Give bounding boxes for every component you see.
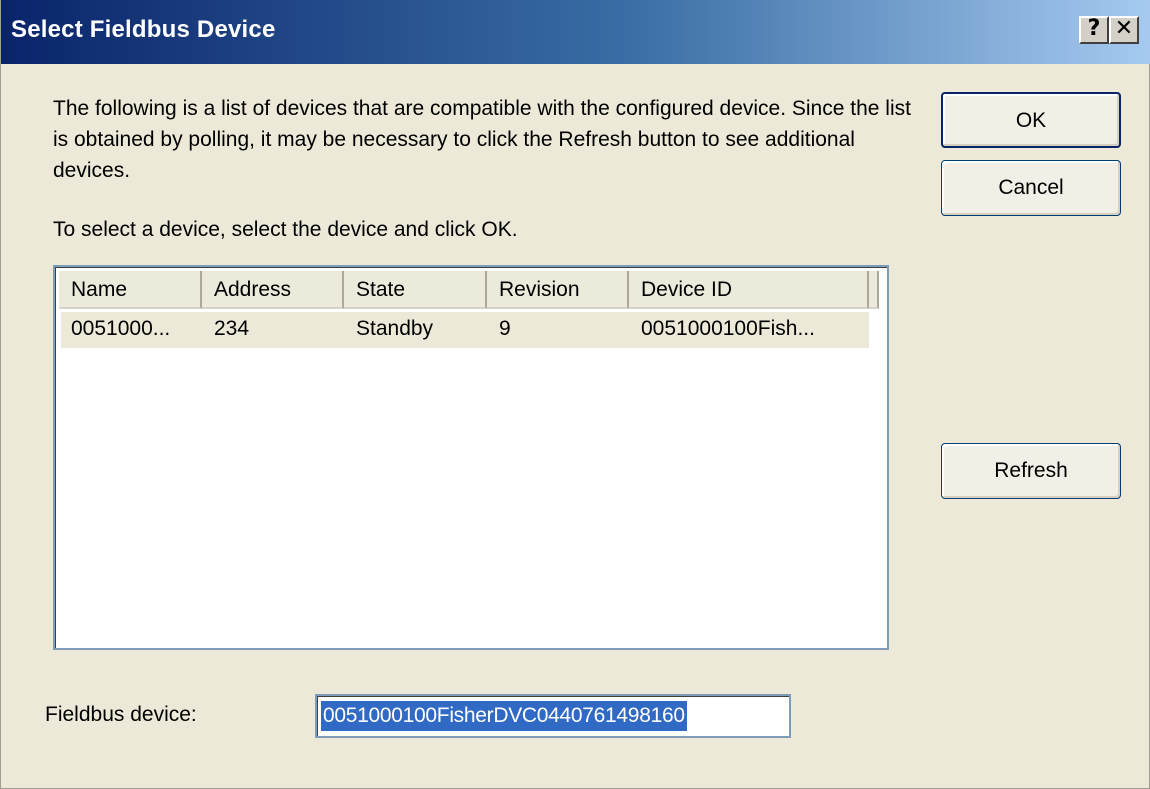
- cell-state: Standby: [356, 317, 434, 340]
- device-list[interactable]: Name Address State Revision Device ID 00…: [53, 265, 889, 650]
- fieldbus-device-field[interactable]: 0051000100FisherDVC0440761498160: [315, 694, 791, 738]
- instruction-text: The following is a list of devices that …: [53, 97, 911, 182]
- column-header-device-id[interactable]: Device ID: [629, 271, 869, 309]
- column-header-address[interactable]: Address: [202, 271, 344, 309]
- cell-device-id: 0051000100Fish...: [641, 317, 815, 340]
- cell-revision: 9: [499, 317, 511, 340]
- column-header-name[interactable]: Name: [59, 271, 202, 309]
- column-header-revision[interactable]: Revision: [487, 271, 629, 309]
- table-row[interactable]: 0051000... 234 Standby 9 0051000100Fish.…: [61, 312, 869, 348]
- select-instruction-text: To select a device, select the device an…: [53, 218, 518, 241]
- select-fieldbus-device-dialog: Select Fieldbus Device ? ✕ The following…: [0, 0, 1150, 789]
- cell-address: 234: [214, 317, 250, 340]
- device-list-header: Name Address State Revision Device ID: [59, 271, 879, 309]
- fieldbus-device-value[interactable]: 0051000100FisherDVC0440761498160: [321, 701, 687, 731]
- close-icon[interactable]: ✕: [1109, 16, 1139, 44]
- ok-button[interactable]: OK: [941, 92, 1121, 148]
- title-bar[interactable]: Select Fieldbus Device ? ✕: [1, 0, 1150, 64]
- column-header-state[interactable]: State: [344, 271, 487, 309]
- column-header-filler: [869, 271, 879, 309]
- refresh-button[interactable]: Refresh: [941, 443, 1121, 499]
- window-title: Select Fieldbus Device: [11, 16, 276, 43]
- cancel-button[interactable]: Cancel: [941, 160, 1121, 216]
- cell-name: 0051000...: [71, 317, 171, 340]
- help-icon[interactable]: ?: [1079, 16, 1109, 44]
- fieldbus-device-label: Fieldbus device:: [45, 703, 197, 726]
